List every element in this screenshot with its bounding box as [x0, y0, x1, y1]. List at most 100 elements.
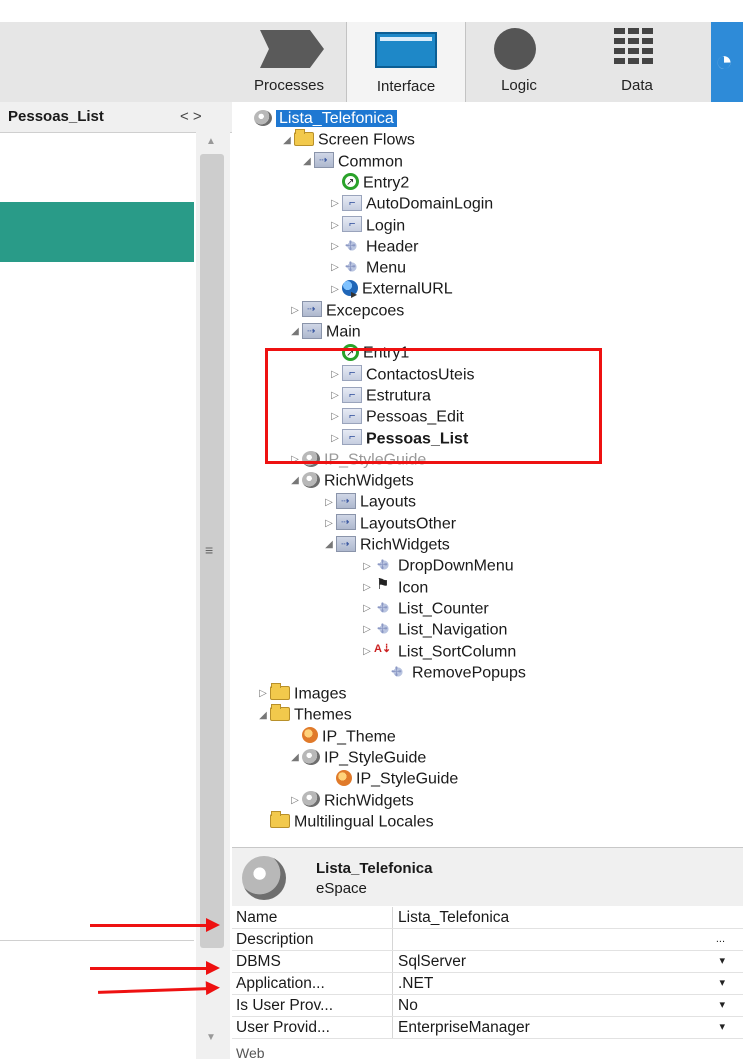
tree-node[interactable]: ▷ Excepcoes — [288, 299, 405, 321]
expand-icon[interactable]: ▷ — [360, 619, 374, 640]
ellipsis-button[interactable]: ... — [716, 929, 725, 950]
expand-icon[interactable]: ▷ — [322, 492, 336, 513]
tree-node-label: AutoDomainLogin — [366, 195, 494, 213]
expand-icon[interactable]: ▷ — [256, 683, 270, 704]
flag-icon — [374, 574, 394, 595]
toolbar-accent-button[interactable]: ◔ — [711, 22, 743, 102]
tree-node-label: Menu — [366, 259, 407, 277]
collapse-icon[interactable]: ◢ — [280, 130, 294, 151]
tree-node[interactable]: ◢ Main — [288, 321, 361, 342]
property-row-is-user-provider[interactable]: Is User Prov... No ▾ — [232, 995, 743, 1017]
tree-node[interactable]: ▷ Icon — [360, 574, 429, 598]
tree-node[interactable]: ◢ IP_StyleGuide — [288, 747, 426, 768]
collapse-icon[interactable]: ◢ — [288, 747, 302, 768]
property-value[interactable]: SqlServer — [398, 951, 728, 972]
property-row-description[interactable]: Description... — [232, 929, 743, 951]
tree-node-label: Icon — [398, 578, 429, 596]
tab-data[interactable]: Data — [596, 22, 678, 102]
tab-logic[interactable]: Logic — [464, 22, 574, 102]
expand-icon[interactable]: ▷ — [360, 598, 374, 619]
expand-icon[interactable]: ▷ — [288, 300, 302, 321]
property-row-application[interactable]: Application... .NET ▾ — [232, 973, 743, 995]
expand-icon[interactable]: ▷ — [288, 790, 302, 811]
property-value[interactable]: No — [398, 995, 728, 1016]
tree-node[interactable]: RemovePopups — [374, 661, 526, 683]
tree-node[interactable]: IP_Theme — [288, 726, 396, 747]
collapse-icon[interactable]: ◢ — [300, 151, 314, 172]
tree-node-label: Excepcoes — [326, 301, 405, 319]
scroll-up-icon[interactable]: ▲ — [206, 136, 216, 147]
tree-node[interactable]: ◢ RichWidgets — [322, 534, 450, 555]
property-row-dbms[interactable]: DBMS SqlServer ▾ — [232, 951, 743, 973]
tab-logic-label: Logic — [501, 77, 537, 94]
tree-node[interactable]: Lista_Telefonica — [240, 108, 397, 129]
dropdown-icon[interactable]: ▾ — [719, 1017, 725, 1038]
tree-node-label: Entry2 — [363, 174, 410, 192]
property-value[interactable]: .NET — [398, 973, 728, 994]
property-row-user-provider[interactable]: User Provid... EnterpriseManager ▾ — [232, 1017, 743, 1039]
tree-node-label: RichWidgets — [324, 472, 414, 490]
expand-icon[interactable]: ▷ — [328, 193, 342, 214]
property-value[interactable]: EnterpriseManager — [398, 1017, 728, 1038]
tree-node[interactable]: ◢ Common — [300, 150, 403, 172]
expand-icon[interactable]: ▷ — [328, 236, 342, 257]
tree-node[interactable]: Multilingual Locales — [256, 810, 434, 832]
dropdown-icon[interactable]: ▾ — [719, 995, 725, 1016]
tree-node[interactable]: Entry2 — [328, 172, 409, 193]
properties-pane: Lista_Telefonica eSpace Name Lista_Telefo… — [232, 847, 743, 1061]
screen-icon — [342, 214, 362, 235]
folder-icon — [270, 810, 290, 828]
tree-node[interactable]: IP_StyleGuide — [322, 768, 458, 789]
collapse-icon[interactable]: ◢ — [322, 534, 336, 555]
tree-node[interactable]: ◢ Screen Flows — [280, 129, 415, 150]
expand-icon[interactable]: ▷ — [360, 577, 374, 598]
tree-node[interactable]: ◢ Themes — [256, 704, 352, 725]
dropdown-icon[interactable]: ▾ — [719, 973, 725, 994]
expand-icon[interactable]: ▷ — [322, 513, 336, 534]
tree-node[interactable]: ▷ RichWidgets — [288, 790, 414, 811]
tree-node[interactable]: ▷ Layouts — [322, 491, 416, 512]
expand-icon[interactable]: ▷ — [328, 257, 342, 278]
interface-icon — [375, 32, 437, 68]
editor-tab-title[interactable]: Pessoas_List — [8, 108, 104, 125]
block-icon — [388, 661, 408, 682]
tree-node-label: RemovePopups — [412, 664, 526, 682]
tree-node[interactable]: ▷ ExternalURL — [328, 278, 453, 305]
tree-node[interactable]: ▷ Header — [328, 235, 418, 257]
theme-icon — [302, 727, 318, 744]
folder-icon — [270, 704, 290, 722]
tree-node-label: RichWidgets — [360, 536, 450, 554]
collapse-icon[interactable]: ◢ — [288, 321, 302, 342]
property-value[interactable]: Lista_Telefonica — [398, 907, 728, 928]
tree-node[interactable]: ▷ Login — [328, 214, 405, 236]
expand-icon[interactable]: ▷ — [328, 279, 342, 300]
scroll-down-icon[interactable]: ▼ — [206, 1032, 216, 1043]
tree-node[interactable]: ▷ AutoDomainLogin — [328, 193, 493, 214]
screen-header-preview — [0, 202, 194, 262]
tree-node[interactable]: ▷ DropDownMenu — [360, 554, 514, 577]
tree-node[interactable]: ▷ List_SortColumn — [360, 639, 516, 662]
tree-node[interactable]: ▷ List_Counter — [360, 597, 489, 619]
collapse-icon[interactable]: ◢ — [256, 705, 270, 726]
editor-nav-arrows[interactable]: < > — [180, 108, 202, 125]
properties-header: Lista_Telefonica eSpace — [232, 848, 743, 906]
data-icon — [614, 28, 654, 68]
tree-node[interactable]: ▷ List_Navigation — [360, 618, 507, 640]
expand-icon[interactable]: ▷ — [328, 215, 342, 236]
tree-node-label: DropDownMenu — [398, 557, 514, 575]
collapse-icon[interactable]: ◢ — [288, 470, 302, 491]
expand-icon[interactable]: ▷ — [360, 556, 374, 577]
dropdown-icon[interactable]: ▾ — [719, 951, 725, 972]
tree-node-label: Lista_Telefonica — [276, 110, 397, 128]
window-top-strip — [0, 0, 743, 22]
tree-node[interactable]: ▷ Images — [256, 682, 346, 704]
tree-node[interactable]: ◢ RichWidgets — [288, 470, 414, 491]
tree-node-label: Multilingual Locales — [294, 813, 434, 831]
tab-processes[interactable]: Processes — [232, 22, 346, 102]
tab-interface[interactable]: Interface — [346, 22, 466, 103]
tree-node[interactable]: ▷ Menu — [328, 256, 407, 278]
block-icon — [342, 235, 362, 256]
expand-icon[interactable]: ▷ — [360, 641, 374, 662]
property-row-name[interactable]: Name Lista_Telefonica — [232, 907, 743, 929]
tree-node[interactable]: ▷ LayoutsOther — [322, 512, 456, 534]
